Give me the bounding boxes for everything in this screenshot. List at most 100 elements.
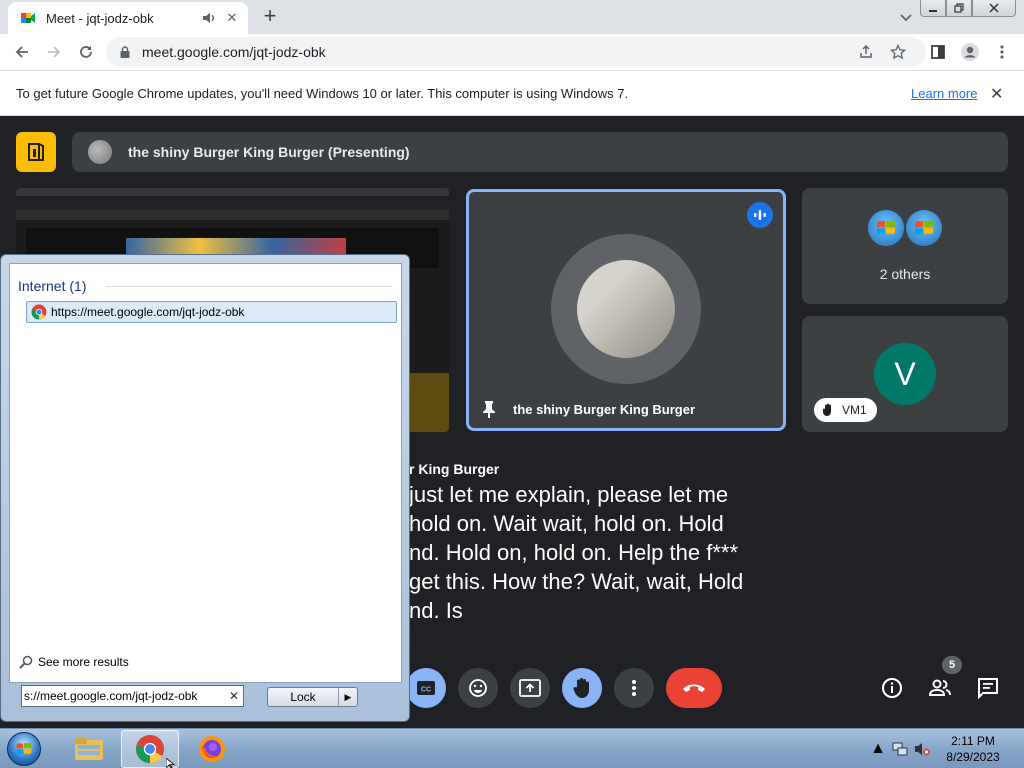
star-icon[interactable] — [888, 42, 908, 62]
people-count-badge: 5 — [942, 656, 962, 674]
see-more-label: See more results — [38, 655, 129, 669]
tray-overflow-arrow[interactable]: ▲ — [870, 740, 886, 757]
mouse-cursor — [166, 758, 176, 768]
firefox-icon — [199, 736, 225, 762]
participant-name: VM1 — [842, 403, 867, 417]
profile-icon[interactable] — [960, 42, 980, 62]
caption-line: get this. How the? Wait, wait, Hold — [409, 569, 744, 594]
results-heading[interactable]: Internet (1) — [18, 278, 86, 294]
caption-line: nd. Hold on, hold on. Help the f*** — [409, 540, 739, 565]
participant-tile-vm1[interactable]: V VM1 — [802, 316, 1008, 432]
people-button[interactable] — [928, 676, 952, 700]
infobar-close-button[interactable]: ✕ — [990, 84, 1003, 104]
shared-screen-tabs — [16, 188, 449, 196]
search-result-item[interactable]: https://meet.google.com/jqt-jodz-obk — [26, 301, 397, 323]
lock-icon[interactable] — [118, 45, 132, 59]
emoji-icon — [469, 679, 487, 697]
caption-line: hold on. Wait wait, hold on. Hold — [409, 511, 724, 536]
search-result-label: https://meet.google.com/jqt-jodz-obk — [51, 305, 245, 319]
share-icon[interactable] — [856, 42, 876, 62]
start-menu: Internet (1) https://meet.google.com/jqt… — [0, 254, 410, 722]
avatar — [904, 208, 944, 248]
clear-search-button[interactable]: ✕ — [225, 689, 243, 703]
back-icon[interactable] — [12, 42, 32, 62]
window-close-button[interactable] — [972, 0, 1016, 17]
chrome-icon — [135, 734, 165, 764]
audio-level-icon — [747, 202, 773, 228]
caption-line: just let me explain, please let me — [409, 482, 729, 507]
emoji-button[interactable] — [458, 668, 498, 708]
explorer-icon — [75, 738, 103, 760]
taskbar-explorer[interactable] — [60, 730, 118, 768]
presenter-avatar — [88, 140, 112, 164]
lock-button[interactable]: Lock — [268, 688, 339, 706]
presenting-banner[interactable]: the shiny Burger King Burger (Presenting… — [72, 132, 1008, 172]
update-infobar: To get future Google Chrome updates, you… — [0, 71, 1024, 116]
chrome-icon — [31, 304, 47, 320]
info-icon — [882, 678, 902, 698]
window-controls — [920, 0, 1016, 17]
volume-muted-icon[interactable] — [914, 741, 930, 757]
start-button[interactable] — [4, 730, 44, 768]
captions-button[interactable]: CC — [406, 668, 446, 708]
start-search-input[interactable]: s://meet.google.com/jqt-jodz-obk ✕ — [21, 685, 244, 707]
avatar — [577, 260, 675, 358]
restore-button[interactable] — [946, 0, 972, 17]
info-button[interactable] — [880, 676, 904, 700]
infobar-message: To get future Google Chrome updates, you… — [16, 85, 629, 101]
tab-close-button[interactable]: ✕ — [224, 10, 240, 26]
pin-icon[interactable] — [481, 400, 497, 418]
avatar — [866, 208, 906, 248]
speaker-name: the shiny Burger King Burger — [513, 402, 696, 417]
learn-more-link[interactable]: Learn more — [911, 86, 977, 101]
end-call-icon — [683, 684, 705, 692]
see-more-results-link[interactable]: See more results — [18, 654, 129, 670]
new-tab-button[interactable]: + — [258, 5, 282, 29]
raise-hand-button[interactable] — [562, 668, 602, 708]
shutdown-options-arrow[interactable]: ▶ — [339, 688, 357, 706]
network-icon[interactable] — [892, 741, 908, 757]
chat-icon — [978, 678, 998, 699]
clock-date: 8/29/2023 — [946, 750, 1000, 764]
url-text[interactable]: meet.google.com/jqt-jodz-obk — [142, 44, 326, 60]
chat-button[interactable] — [976, 676, 1000, 700]
taskbar-firefox[interactable] — [183, 730, 241, 768]
people-icon — [928, 679, 951, 696]
windows-orb-icon — [7, 732, 41, 766]
search-icon — [19, 655, 33, 669]
address-bar[interactable]: meet.google.com/jqt-jodz-obk — [106, 37, 926, 67]
captions-icon: CC — [417, 681, 435, 695]
shared-screen-toolbar — [16, 196, 449, 210]
svg-text:CC: CC — [421, 687, 431, 694]
others-label: 2 others — [879, 266, 931, 282]
search-input-value[interactable]: s://meet.google.com/jqt-jodz-obk — [24, 689, 225, 703]
presenting-label: the shiny Burger King Burger (Presenting… — [128, 144, 410, 160]
forward-icon[interactable] — [44, 42, 64, 62]
others-avatars — [866, 208, 944, 248]
shared-screen-bookmarks — [16, 210, 449, 220]
present-icon — [519, 679, 541, 697]
windows-taskbar: ▲ 2:11 PM 8/29/2023 — [0, 728, 1024, 768]
others-tile[interactable]: 2 others — [802, 188, 1008, 304]
tab-meet[interactable]: Meet - jqt-jodz-obk ✕ — [8, 2, 248, 34]
present-button[interactable] — [510, 668, 550, 708]
meet-logo-icon[interactable] — [16, 132, 56, 172]
captions: just let me explain, please let me hold … — [409, 480, 789, 625]
tab-search-button[interactable] — [896, 7, 916, 27]
end-call-button[interactable] — [666, 668, 722, 708]
audio-icon[interactable] — [200, 9, 218, 27]
browser-tab-bar: Meet - jqt-jodz-obk ✕ + — [0, 0, 1024, 34]
more-options-button[interactable] — [614, 668, 654, 708]
divider — [106, 286, 392, 287]
caption-line: nd. Is — [409, 598, 463, 623]
active-speaker-tile[interactable]: the shiny Burger King Burger — [466, 189, 786, 431]
reload-icon[interactable] — [76, 42, 96, 62]
minimize-button[interactable] — [920, 0, 946, 17]
avatar: V — [874, 343, 936, 405]
sidepanel-icon[interactable] — [928, 42, 948, 62]
taskbar-clock[interactable]: 2:11 PM 8/29/2023 — [930, 733, 1016, 765]
hand-icon — [823, 403, 831, 416]
more-options-icon — [632, 680, 636, 696]
menu-icon[interactable] — [992, 42, 1012, 62]
participant-badge: VM1 — [814, 398, 877, 422]
